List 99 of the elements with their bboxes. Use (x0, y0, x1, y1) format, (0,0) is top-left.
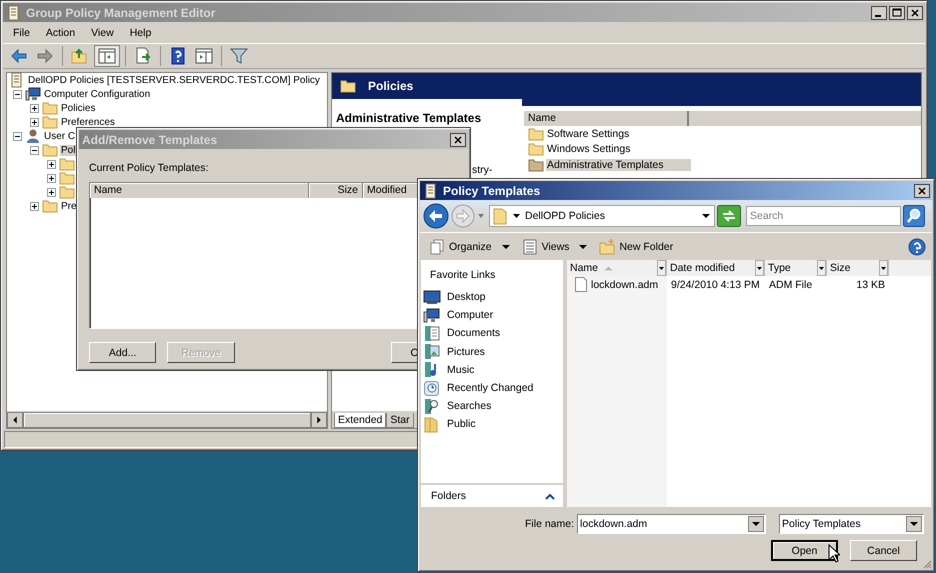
back-button[interactable] (423, 203, 449, 229)
tree-item[interactable]: Preferences (60, 116, 116, 128)
menu-item[interactable]: Action (40, 24, 84, 40)
folders-toggle[interactable]: Folders (421, 483, 563, 507)
help-icon[interactable] (169, 47, 187, 65)
expander-toggle[interactable] (47, 160, 56, 168)
dialog-button[interactable]: Add... (89, 342, 156, 363)
properties-pane-icon[interactable] (195, 47, 213, 65)
new-folder-icon (599, 238, 616, 254)
computer-icon (25, 86, 41, 102)
address-bar[interactable]: DellOPD Policies (489, 205, 715, 227)
file-type-dropdown[interactable]: Policy Templates (779, 514, 924, 534)
address-text: DellOPD Policies (525, 210, 605, 222)
folder-up-icon[interactable] (71, 47, 89, 65)
list-label: Current Policy Templates: (89, 162, 210, 176)
tab[interactable]: Extended (334, 413, 386, 428)
pages-icon (429, 238, 445, 254)
folder-icon (42, 100, 58, 116)
favorite-link[interactable]: Public (422, 415, 563, 434)
tree-item[interactable]: Pre (60, 200, 78, 212)
favorite-link[interactable]: Recently Changed (422, 378, 563, 398)
export-list-icon[interactable] (134, 47, 152, 65)
list-view-icon (522, 238, 538, 254)
folder-icon (528, 141, 544, 158)
table-cell-text: 9/24/2010 4:13 PM (670, 278, 761, 292)
folder-icon (528, 126, 544, 142)
tree-item[interactable]: Policies (60, 102, 96, 114)
folder-icon (42, 198, 58, 214)
close-button[interactable] (914, 184, 930, 198)
forward-arrow-icon[interactable] (36, 47, 54, 65)
toolbar-button[interactable]: Organize (429, 238, 510, 254)
mouse-pointer-icon (828, 544, 840, 563)
monitor-icon (423, 288, 441, 306)
toolbar-button[interactable]: Views (522, 238, 588, 254)
dropdown-arrow-icon (502, 242, 510, 250)
menu-item[interactable]: File (7, 24, 38, 40)
dialog-title: Add/Remove Templates (82, 132, 218, 146)
field-label: File name: (525, 518, 574, 530)
expander-toggle[interactable] (13, 90, 22, 98)
dropdown-arrow-icon (579, 242, 588, 250)
favorite-link[interactable]: Music (422, 360, 563, 379)
expander-toggle[interactable] (30, 146, 39, 154)
breadcrumb-arrow-icon[interactable] (513, 212, 520, 220)
tree-pane-icon[interactable] (98, 47, 116, 65)
refresh-button[interactable] (717, 205, 741, 227)
computer-icon (423, 306, 441, 324)
column-header[interactable]: Type (765, 260, 827, 276)
tab[interactable]: Star (386, 413, 414, 428)
tree-item[interactable]: Computer Configuration (43, 88, 152, 100)
table-cell-text: 13 KB (855, 278, 886, 292)
file-icon (575, 277, 587, 292)
dialog-button[interactable]: Cancel (850, 540, 917, 561)
tree-item[interactable]: DellOPD Policies [TESTSERVER.SERVERDC.TEST.COM] Policy (27, 74, 321, 86)
favorite-link[interactable]: Searches (422, 397, 563, 416)
menu-item[interactable]: View (85, 24, 122, 40)
magnifier-icon (423, 398, 441, 415)
folder-icon (528, 156, 544, 173)
back-arrow-icon[interactable] (10, 47, 28, 65)
filter-icon[interactable] (230, 47, 248, 65)
table-cell-text: ADM File (768, 278, 814, 292)
expander-toggle[interactable] (13, 132, 22, 140)
user-icon (25, 128, 41, 144)
search-field[interactable]: Search (746, 206, 901, 226)
favorite-link[interactable]: Pictures (422, 342, 563, 361)
window-title: Group Policy Management Editor (26, 6, 216, 20)
list-item[interactable]: Windows Settings (546, 143, 691, 156)
help-icon[interactable] (908, 238, 926, 256)
history-dropdown-icon[interactable] (477, 212, 485, 220)
description-title: Administrative Templates (336, 111, 482, 125)
list-item[interactable]: Software Settings (546, 128, 691, 140)
caret-up-icon (545, 492, 555, 500)
tree-item[interactable]: User C (43, 130, 76, 142)
column-header[interactable]: Size (827, 260, 889, 276)
expander-toggle[interactable] (47, 188, 56, 196)
folder-icon (492, 207, 508, 225)
file-name-cell[interactable]: lockdown.adm (567, 276, 667, 293)
expander-toggle[interactable] (30, 118, 39, 126)
horizontal-scrollbar[interactable] (7, 411, 327, 428)
column-header[interactable]: Name (90, 183, 309, 198)
description-text: stry- (471, 164, 494, 176)
dropdown-arrow-icon[interactable] (702, 212, 710, 220)
menu-item[interactable]: Help (124, 24, 160, 40)
search-button[interactable] (903, 205, 925, 227)
column-header[interactable]: Name (567, 260, 667, 276)
toolbar-button[interactable]: New Folder (599, 238, 674, 254)
folder-icon (42, 114, 58, 130)
folder-icon (42, 142, 58, 158)
expander-toggle[interactable] (30, 202, 39, 210)
list-item[interactable]: Administrative Templates (546, 158, 691, 171)
expander-toggle[interactable] (30, 104, 39, 112)
column-header[interactable]: Size (309, 183, 363, 198)
folder-icon (340, 78, 356, 94)
tree-item[interactable]: Pol (60, 144, 76, 156)
pane-title: Policies (368, 79, 414, 93)
picture-icon (423, 343, 441, 360)
column-header[interactable]: Date modified (667, 260, 765, 276)
expander-toggle[interactable] (47, 174, 56, 182)
resize-grip-icon[interactable] (922, 559, 932, 569)
file-name-field[interactable]: lockdown.adm (577, 514, 766, 534)
